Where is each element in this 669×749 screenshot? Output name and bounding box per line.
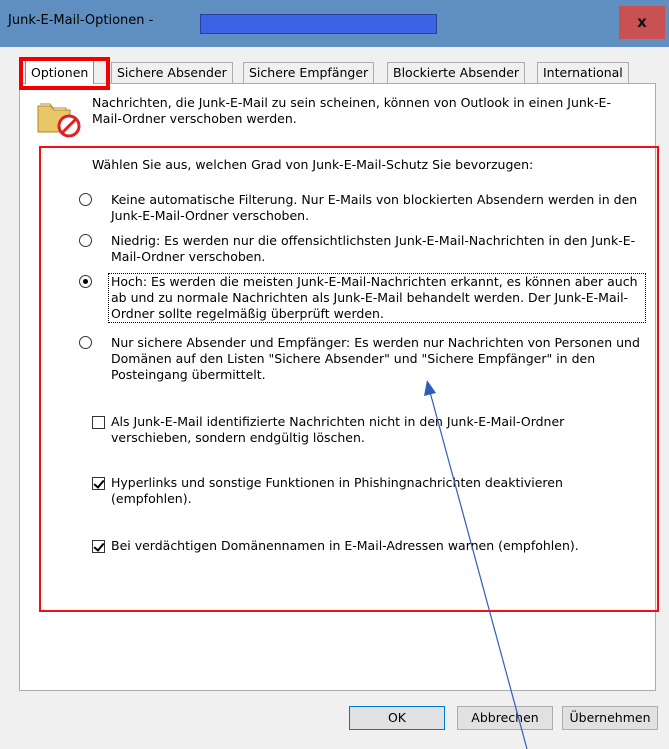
close-button[interactable]: x xyxy=(619,6,665,39)
redacted-account-name xyxy=(200,14,437,34)
highlight-box-options xyxy=(39,146,659,612)
ok-button[interactable]: OK xyxy=(349,706,445,730)
highlight-box-tab xyxy=(19,57,110,90)
close-icon: x xyxy=(637,13,647,31)
junk-email-options-dialog: Junk-E-Mail-Optionen - x Optionen Sicher… xyxy=(0,0,669,749)
cancel-button[interactable]: Abbrechen xyxy=(457,706,553,730)
apply-button[interactable]: Übernehmen xyxy=(562,706,658,730)
intro-text: Nachrichten, die Junk-E-Mail zu sein sch… xyxy=(92,95,611,126)
window-title: Junk-E-Mail-Optionen - xyxy=(8,13,154,28)
tab-blockierte-absender[interactable]: Blockierte Absender xyxy=(387,62,526,83)
title-bar: Junk-E-Mail-Optionen - x xyxy=(0,0,669,47)
tab-international[interactable]: International xyxy=(537,62,629,83)
tab-sichere-absender[interactable]: Sichere Absender xyxy=(111,62,233,83)
junk-folder-icon xyxy=(37,103,81,138)
tab-sichere-empfaenger[interactable]: Sichere Empfänger xyxy=(243,62,375,83)
